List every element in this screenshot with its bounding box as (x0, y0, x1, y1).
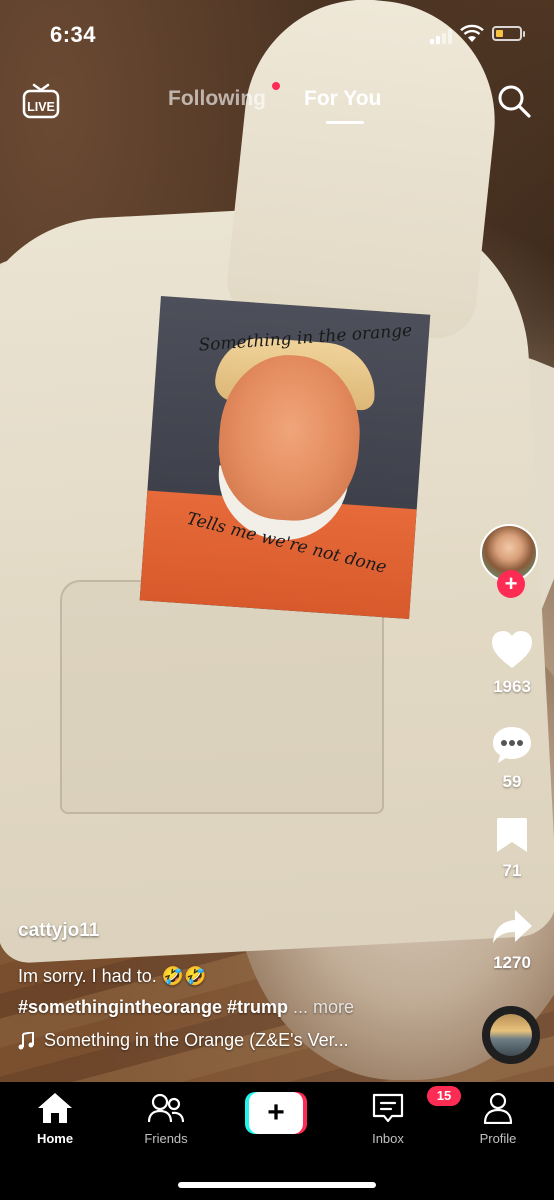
share-button[interactable]: 1270 (474, 908, 550, 973)
like-button[interactable]: 1963 (474, 630, 550, 697)
share-arrow-icon[interactable] (491, 908, 533, 946)
tab-for-you[interactable]: For You (304, 87, 381, 111)
hoodie-pocket (60, 580, 384, 814)
create-icon[interactable]: + (249, 1092, 303, 1134)
wifi-icon (460, 24, 484, 42)
nav-profile[interactable]: Profile (448, 1092, 548, 1146)
top-nav: LIVE Following For You (0, 75, 554, 135)
active-tab-indicator (326, 121, 364, 124)
live-label: LIVE (27, 100, 55, 114)
tab-following[interactable]: Following (168, 87, 266, 111)
comment-count: 59 (502, 772, 522, 791)
nav-profile-label: Profile (479, 1131, 517, 1146)
sound-row[interactable]: Something in the Orange (Z&E's Ver... (18, 1030, 458, 1051)
username[interactable]: cattyjo11 (18, 920, 458, 942)
status-bar: 6:34 (0, 0, 554, 70)
cellular-signal-icon (430, 28, 454, 44)
live-icon[interactable]: LIVE (22, 82, 60, 122)
friends-icon[interactable] (147, 1092, 185, 1124)
post-caption: cattyjo11 Im sorry. I had to. 🤣🤣 #someth… (18, 920, 458, 1051)
post-description: Im sorry. I had to. 🤣🤣 (18, 966, 207, 986)
nav-inbox-label: Inbox (372, 1131, 404, 1146)
sound-name[interactable]: Something in the Orange (Z&E's Ver... (44, 1030, 349, 1051)
music-disc[interactable] (482, 1006, 540, 1064)
home-indicator (178, 1182, 376, 1188)
heart-icon[interactable] (491, 630, 533, 670)
home-icon[interactable] (37, 1092, 73, 1124)
inbox-icon[interactable] (371, 1092, 405, 1124)
hashtags[interactable]: #somethingintheorange #trump (18, 997, 288, 1017)
battery-icon (492, 26, 525, 41)
comment-icon[interactable] (491, 725, 533, 765)
status-time: 6:34 (50, 22, 97, 47)
following-notification-dot (272, 82, 280, 90)
search-icon[interactable] (496, 83, 532, 119)
hashtags-line: #somethingintheorange #trump ... more (18, 997, 458, 1018)
hoodie-print: Something in the orange Tells me we're n… (139, 295, 431, 620)
like-count: 1963 (493, 677, 531, 696)
nav-friends-label: Friends (144, 1131, 188, 1146)
creator-avatar-button[interactable]: + (480, 524, 542, 604)
music-disc-cover (490, 1014, 532, 1056)
profile-icon[interactable] (481, 1092, 515, 1125)
nav-home[interactable]: Home (5, 1092, 105, 1146)
nav-home-label: Home (36, 1131, 74, 1146)
share-count: 1270 (493, 953, 531, 972)
bookmark-icon[interactable] (495, 816, 529, 854)
comment-button[interactable]: 59 (474, 725, 550, 792)
create-button[interactable]: + (245, 1092, 307, 1134)
music-note-icon (18, 1031, 34, 1049)
nav-friends[interactable]: Friends (116, 1092, 216, 1146)
follow-plus-button[interactable]: + (497, 570, 525, 598)
save-count: 71 (502, 861, 522, 880)
save-button[interactable]: 71 (474, 816, 550, 881)
nav-inbox[interactable]: 15 Inbox (338, 1086, 461, 1146)
more-link[interactable]: ... more (293, 997, 354, 1017)
